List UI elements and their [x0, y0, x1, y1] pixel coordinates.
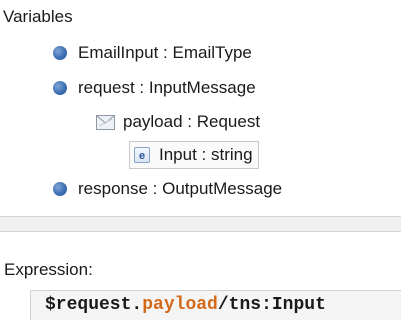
- variables-title: Variables: [3, 7, 73, 26]
- expression-part-token: payload: [142, 295, 218, 315]
- message-part-icon: [96, 114, 115, 130]
- tree-item-payload[interactable]: payload : Request: [96, 110, 260, 134]
- variable-dot-icon: [53, 182, 67, 196]
- panel-divider[interactable]: [0, 216, 401, 232]
- tree-item-response[interactable]: response : OutputMessage: [53, 177, 282, 201]
- expression-editor[interactable]: $request.payload/tns:Input: [30, 290, 401, 320]
- element-icon: e: [134, 147, 150, 163]
- variable-dot-icon: [53, 46, 67, 60]
- tree-item-request[interactable]: request : InputMessage: [53, 76, 256, 100]
- expression-title: Expression:: [4, 260, 93, 279]
- tree-item-label: EmailInput : EmailType: [78, 43, 252, 62]
- tree-item-label: Input : string: [159, 145, 253, 164]
- tree-item-label: payload : Request: [123, 112, 261, 131]
- variable-dot-icon: [53, 81, 67, 95]
- expression-variable-token: $request: [45, 295, 132, 315]
- tree-item-input[interactable]: e Input : string: [129, 141, 259, 169]
- tree-item-label: response : OutputMessage: [78, 179, 283, 198]
- variables-panel: Variables EmailInput : EmailType request…: [0, 0, 401, 214]
- expression-dot-token: .: [131, 295, 143, 315]
- tree-item-emailinput[interactable]: EmailInput : EmailType: [53, 41, 252, 65]
- expression-path-token: /tns:Input: [217, 295, 326, 315]
- tree-item-label: request : InputMessage: [78, 78, 256, 97]
